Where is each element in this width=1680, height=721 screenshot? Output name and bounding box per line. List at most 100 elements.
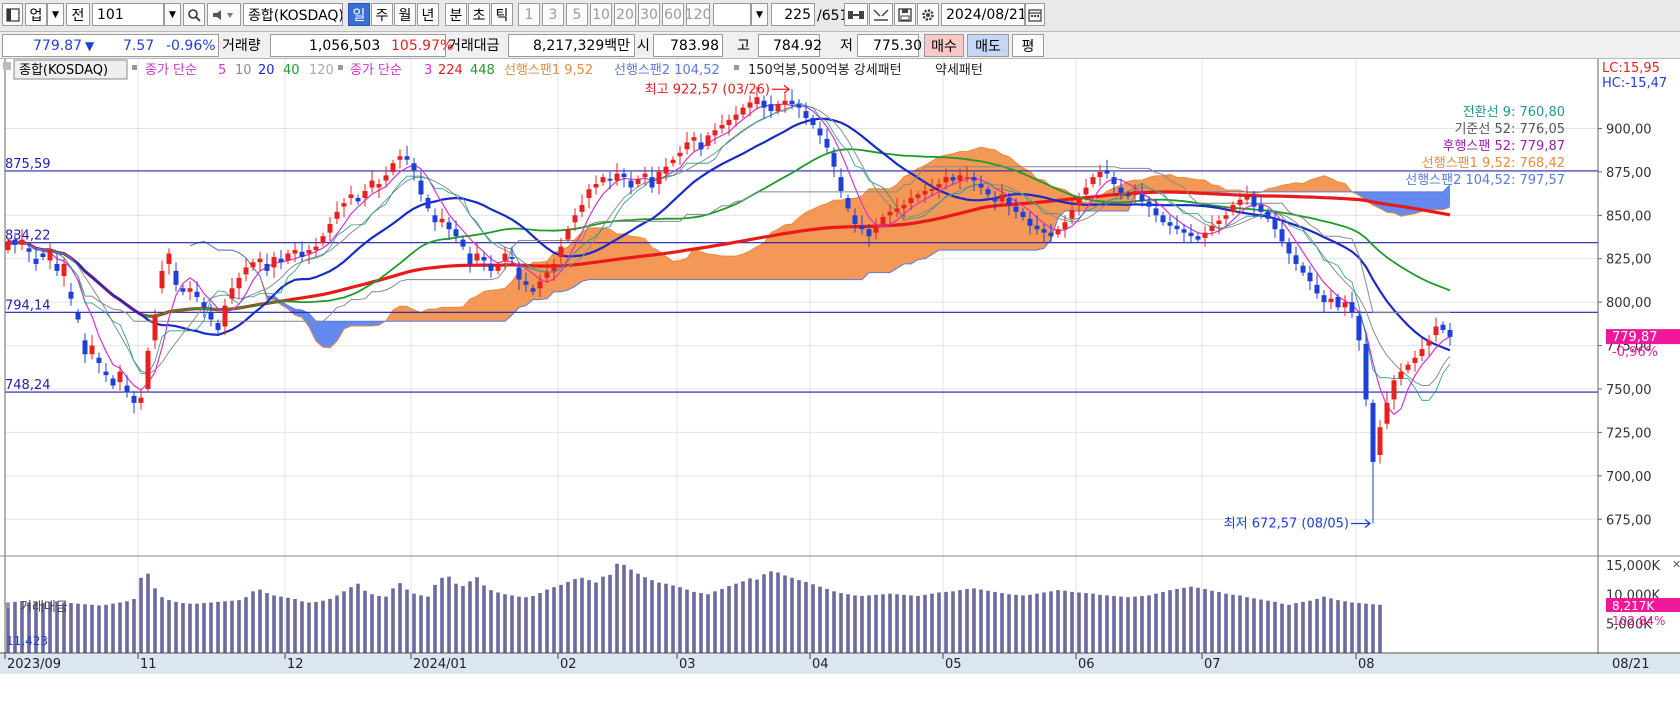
volume-bar — [258, 589, 262, 653]
volume-bar — [818, 586, 822, 653]
reference-line-label: 794,14 — [5, 298, 51, 313]
date-tick-label: 06 — [1078, 657, 1095, 672]
interval-button-1[interactable]: 1 — [518, 3, 540, 26]
price-tick-label: 675,00 — [1606, 513, 1652, 528]
candle-body — [621, 173, 627, 178]
volume-bar — [930, 593, 934, 653]
cloud-segment — [792, 217, 799, 280]
candle-body — [1272, 218, 1278, 230]
cloud-segment — [722, 256, 729, 280]
volume-bar — [272, 595, 276, 653]
market-label: 업 — [29, 7, 43, 24]
volume-bar — [888, 593, 892, 653]
volume-bar — [1112, 596, 1116, 653]
interval-button-20[interactable]: 20 — [614, 3, 636, 26]
main-toolbar: 업 ▼ 전 101 ▼ 종합(KOSDAQ) 일 주 월 년 분 초 틱 1 3… — [0, 0, 1680, 32]
volume-bar — [1021, 595, 1025, 653]
date-input[interactable]: 2024/08/21 — [941, 3, 1025, 26]
candle-body — [1181, 229, 1187, 233]
legend-ma120: 120 — [309, 63, 334, 78]
volume-bar — [188, 603, 192, 653]
volume-bar — [986, 590, 990, 653]
sound-button[interactable] — [207, 3, 241, 26]
candle-body — [929, 189, 935, 191]
date-value: 2024/08/21 — [946, 6, 1025, 23]
custom-interval-dropdown[interactable]: ▼ — [751, 3, 768, 26]
period-label: 틱 — [495, 7, 509, 24]
volume-bar — [104, 604, 108, 653]
volume-bar — [1217, 591, 1221, 653]
candle-body — [502, 253, 508, 261]
custom-interval-input[interactable] — [713, 3, 751, 26]
volume-bar — [587, 580, 591, 653]
prev-button[interactable]: 전 — [66, 3, 90, 26]
volume-bar — [1266, 600, 1270, 653]
legend-main: 종합(KOSDAQ) — [19, 63, 108, 78]
interval-button-3[interactable]: 3 — [542, 3, 564, 26]
period-tab-tick[interactable]: 틱 — [491, 3, 513, 26]
buy-button[interactable]: 매수 — [924, 34, 964, 57]
period-tab-day[interactable]: 일 — [348, 3, 370, 26]
zoom-in-button[interactable] — [844, 3, 868, 26]
period-tab-minute[interactable]: 분 — [445, 3, 467, 26]
candle-body — [292, 250, 298, 254]
volume-bar — [314, 601, 318, 653]
candle-body — [803, 111, 809, 119]
volume-value: 1,056,503 — [309, 38, 381, 54]
volume-bar — [97, 605, 101, 653]
period-tab-second[interactable]: 초 — [468, 3, 490, 26]
volume-bar — [1336, 600, 1340, 653]
volume-bar — [384, 596, 388, 653]
interval-button-5[interactable]: 5 — [566, 3, 588, 26]
candle-body — [677, 152, 683, 157]
volume-bar — [468, 581, 472, 653]
candle-body — [754, 97, 760, 105]
period-tab-week[interactable]: 주 — [371, 3, 393, 26]
code-input[interactable]: 101 — [92, 3, 164, 26]
calendar-button[interactable] — [1025, 3, 1045, 26]
eval-button[interactable]: 평 — [1012, 34, 1044, 57]
candle-body — [117, 371, 123, 383]
cloud-segment — [484, 290, 491, 322]
volume-bar — [447, 576, 451, 653]
buy-label: 매수 — [931, 38, 957, 55]
candle-body — [817, 128, 823, 136]
count-input[interactable]: 225 — [771, 3, 815, 26]
code-dropdown-button[interactable]: ▼ — [164, 3, 181, 26]
candle-body — [1286, 243, 1292, 254]
volume-bar — [951, 591, 955, 653]
candle-body — [1118, 187, 1124, 193]
price-chart[interactable]: 875,59834,22794,14748,24 675,00700,00725… — [0, 59, 1680, 721]
volume-bar — [1196, 587, 1200, 653]
panel-close-icon[interactable]: ✕ — [1672, 558, 1680, 571]
period-tab-month[interactable]: 월 — [394, 3, 416, 26]
interval-button-10[interactable]: 10 — [590, 3, 612, 26]
cloud-segment — [351, 321, 358, 326]
search-button[interactable] — [183, 3, 205, 26]
candle-body — [418, 180, 424, 195]
volume-bar — [1175, 588, 1179, 653]
volume-bar — [461, 586, 465, 653]
save-button[interactable] — [894, 3, 916, 26]
period-tab-year[interactable]: 년 — [417, 3, 439, 26]
volume-bar — [405, 589, 409, 653]
cloud-segment — [456, 306, 463, 322]
market-select[interactable]: 업 — [25, 3, 47, 26]
settings-button[interactable] — [917, 3, 939, 26]
calendar-icon — [1028, 8, 1042, 22]
volume-bar — [1105, 595, 1109, 653]
volume-bar — [279, 596, 283, 653]
interval-button-120[interactable]: 120 — [686, 3, 710, 26]
chart-settings-icon[interactable] — [2, 3, 23, 26]
candle-body — [887, 211, 893, 216]
zoom-out-button[interactable] — [869, 3, 893, 26]
candle-body — [229, 288, 235, 299]
interval-label: 30 — [640, 6, 658, 23]
volume-bar — [867, 595, 871, 653]
market-dropdown-button[interactable]: ▼ — [47, 3, 64, 26]
name-field[interactable]: 종합(KOSDAQ) — [243, 3, 343, 26]
legend-span2: 선행스팬2 104,52 — [614, 62, 720, 78]
interval-button-30[interactable]: 30 — [638, 3, 660, 26]
interval-button-60[interactable]: 60 — [662, 3, 684, 26]
sell-button[interactable]: 매도 — [967, 34, 1009, 57]
